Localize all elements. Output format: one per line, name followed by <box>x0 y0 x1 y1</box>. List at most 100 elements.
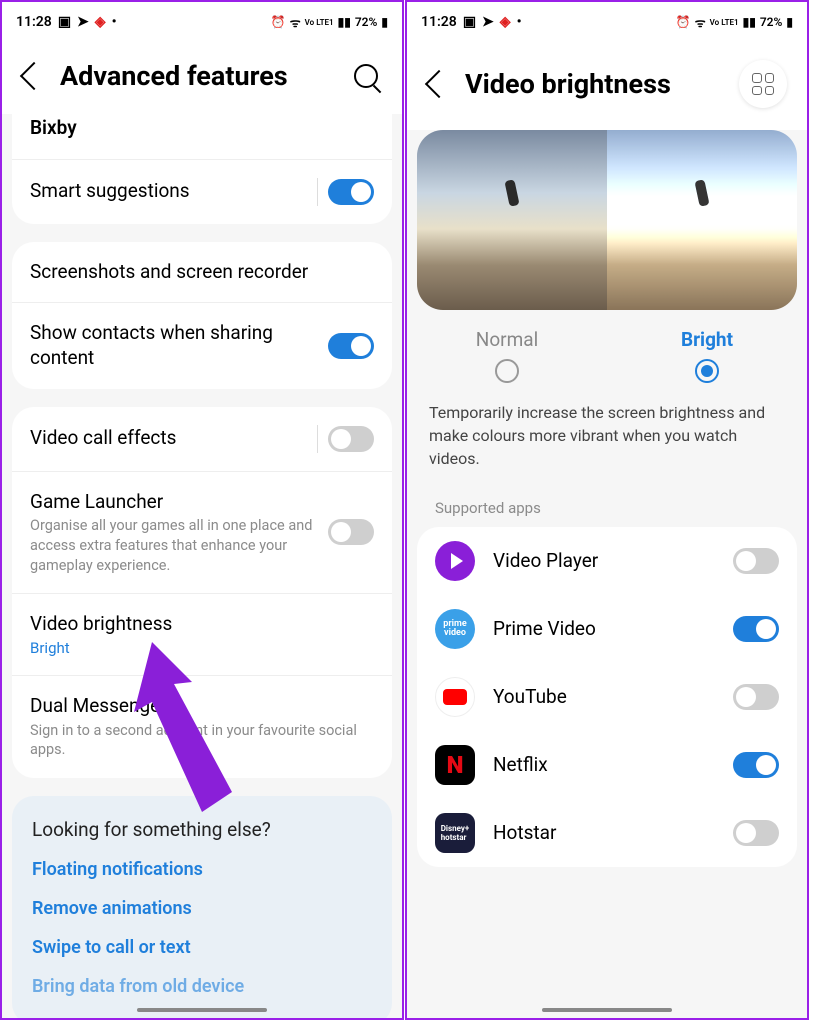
status-time: 11:28 <box>16 14 52 30</box>
hotstar-toggle[interactable] <box>733 820 779 846</box>
mode-normal-label: Normal <box>476 328 538 351</box>
row-video-call[interactable]: Video call effects <box>12 407 392 471</box>
netflix-icon: N <box>435 745 475 785</box>
back-button[interactable] <box>425 70 453 98</box>
nav-indicator[interactable] <box>542 1008 672 1012</box>
brightness-description: Temporarily increase the screen brightne… <box>407 391 807 495</box>
grid-icon <box>752 73 774 95</box>
alarm-icon: ⏰ <box>271 15 286 29</box>
preview-bright <box>607 130 797 310</box>
opera-icon: ◈ <box>500 14 511 30</box>
divider-icon <box>317 178 319 206</box>
help-title: Looking for something else? <box>32 818 372 841</box>
game-launcher-sub: Organise all your games all in one place… <box>30 516 316 575</box>
help-link-swipe[interactable]: Swipe to call or text <box>32 937 372 958</box>
row-dual-messenger[interactable]: Dual Messenger Sign in to a second accou… <box>12 675 392 778</box>
supported-apps-label: Supported apps <box>407 495 807 527</box>
radio-normal[interactable] <box>495 359 519 383</box>
app-name: Video Player <box>493 549 715 572</box>
game-launcher-toggle[interactable] <box>328 519 374 545</box>
preview-normal <box>417 130 607 310</box>
hotstar-icon: Disney+hotstar <box>435 813 475 853</box>
bixby-label: Bixby <box>30 116 362 141</box>
dot-icon: • <box>517 14 522 30</box>
network-label: Vo LTE1 <box>710 18 739 27</box>
card-lower: Video call effects Game Launcher Organis… <box>12 407 392 778</box>
game-launcher-label: Game Launcher <box>30 490 316 515</box>
app-name: Netflix <box>493 753 715 776</box>
nav-indicator[interactable] <box>137 1008 267 1012</box>
page-title: Video brightness <box>465 68 723 100</box>
row-smart-suggestions[interactable]: Smart suggestions <box>12 159 392 224</box>
app-name: Hotstar <box>493 821 715 844</box>
card-top: Bixby Smart suggestions <box>12 114 392 224</box>
page-title: Advanced features <box>60 60 338 92</box>
opera-icon: ◈ <box>95 14 106 30</box>
card-middle: Screenshots and screen recorder Show con… <box>12 242 392 389</box>
mode-selector: Normal Bright <box>407 318 807 391</box>
battery-icon: ▮ <box>381 15 388 29</box>
apps-card: Video Player primevideo Prime Video YouT… <box>417 527 797 867</box>
app-row-video-player[interactable]: Video Player <box>417 527 797 595</box>
phone-left: 11:28 ▣ ➤ ◈ • ⏰ ᯤ Vo LTE1 ▮▮ 72% ▮ Advan… <box>0 0 404 1020</box>
video-brightness-value: Bright <box>30 639 362 657</box>
divider-icon <box>317 425 319 453</box>
mode-bright[interactable]: Bright <box>607 328 807 383</box>
search-button[interactable] <box>354 64 378 88</box>
app-name: YouTube <box>493 685 715 708</box>
radio-bright[interactable] <box>695 359 719 383</box>
quick-panel-button[interactable] <box>739 60 787 108</box>
smart-suggestions-toggle[interactable] <box>328 179 374 205</box>
settings-list: Bixby Smart suggestions Screenshots and … <box>2 114 402 1018</box>
contacts-sharing-label: Show contacts when sharing content <box>30 321 316 370</box>
brightness-content: Normal Bright Temporarily increase the s… <box>407 130 807 1018</box>
help-link-animations[interactable]: Remove animations <box>32 898 372 919</box>
prime-video-toggle[interactable] <box>733 616 779 642</box>
dot-icon: • <box>112 14 117 30</box>
alarm-icon: ⏰ <box>676 15 691 29</box>
wifi-icon: ᯤ <box>290 14 301 31</box>
battery-text: 72% <box>760 15 783 29</box>
video-player-icon <box>435 541 475 581</box>
video-player-toggle[interactable] <box>733 548 779 574</box>
mode-normal[interactable]: Normal <box>407 328 607 383</box>
network-label: Vo LTE1 <box>305 18 334 27</box>
phone-right: 11:28 ▣ ➤ ◈ • ⏰ ᯤ Vo LTE1 ▮▮ 72% ▮ Video… <box>405 0 809 1020</box>
app-row-youtube[interactable]: YouTube <box>417 663 797 731</box>
signal-icon: ▮▮ <box>338 15 351 29</box>
row-game-launcher[interactable]: Game Launcher Organise all your games al… <box>12 471 392 593</box>
help-link-floating[interactable]: Floating notifications <box>32 859 372 880</box>
help-link-bring-data[interactable]: Bring data from old device <box>32 976 372 997</box>
video-call-toggle[interactable] <box>328 426 374 452</box>
app-row-netflix[interactable]: N Netflix <box>417 731 797 799</box>
gallery-icon: ▣ <box>463 14 476 30</box>
dual-messenger-label: Dual Messenger <box>30 694 362 719</box>
screenshots-label: Screenshots and screen recorder <box>30 260 362 285</box>
youtube-toggle[interactable] <box>733 684 779 710</box>
mode-bright-label: Bright <box>681 328 733 351</box>
battery-icon: ▮ <box>786 15 793 29</box>
prime-video-icon: primevideo <box>435 609 475 649</box>
back-button[interactable] <box>20 62 48 90</box>
smart-suggestions-label: Smart suggestions <box>30 179 305 204</box>
dual-messenger-sub: Sign in to a second account in your favo… <box>30 721 362 760</box>
wifi-icon: ᯤ <box>695 14 706 31</box>
row-bixby[interactable]: Bixby <box>12 114 392 159</box>
status-time: 11:28 <box>421 14 457 30</box>
netflix-toggle[interactable] <box>733 752 779 778</box>
battery-text: 72% <box>355 15 378 29</box>
app-row-prime[interactable]: primevideo Prime Video <box>417 595 797 663</box>
row-video-brightness[interactable]: Video brightness Bright <box>12 593 392 675</box>
youtube-icon <box>435 677 475 717</box>
status-bar: 11:28 ▣ ➤ ◈ • ⏰ ᯤ Vo LTE1 ▮▮ 72% ▮ <box>407 2 807 42</box>
send-icon: ➤ <box>77 14 89 30</box>
app-row-hotstar[interactable]: Disney+hotstar Hotstar <box>417 799 797 867</box>
send-icon: ➤ <box>482 14 494 30</box>
row-screenshots[interactable]: Screenshots and screen recorder <box>12 242 392 303</box>
video-call-label: Video call effects <box>30 426 305 451</box>
signal-icon: ▮▮ <box>743 15 756 29</box>
row-contacts-sharing[interactable]: Show contacts when sharing content <box>12 302 392 388</box>
header: Advanced features <box>2 42 402 114</box>
video-brightness-label: Video brightness <box>30 612 362 637</box>
contacts-sharing-toggle[interactable] <box>328 333 374 359</box>
